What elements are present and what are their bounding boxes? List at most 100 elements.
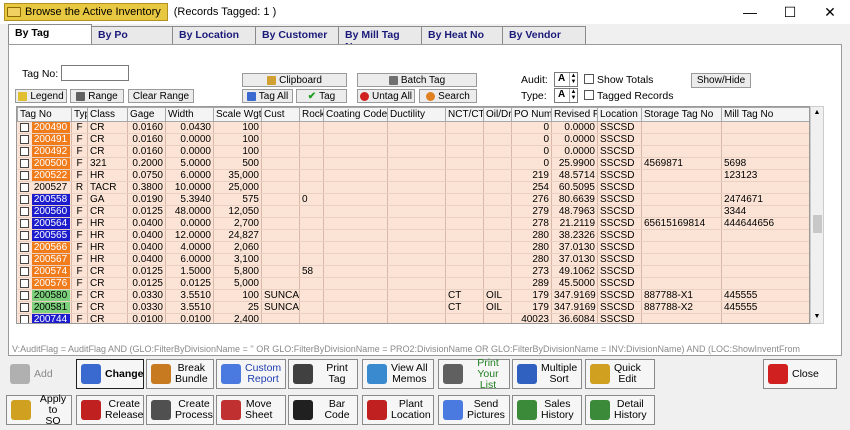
tag-no-input[interactable] [61,65,129,81]
col-oil-dry[interactable]: Oil/Dry [483,107,512,122]
scroll-up-icon[interactable]: ▲ [811,107,823,119]
col-po-num[interactable]: PO Num [511,107,552,122]
tagged-records-checkbox[interactable] [584,90,594,100]
row-tag-checkbox[interactable] [19,146,29,156]
tab-by-po[interactable]: By Po [91,26,173,44]
type-spinner[interactable]: A ▲ ▼ [554,88,578,103]
row-tag-checkbox[interactable] [19,182,29,192]
scroll-down-icon[interactable]: ▼ [811,311,823,323]
break-bundle-button[interactable]: Break Bundle [146,359,214,389]
row-tag-checkbox[interactable] [19,314,29,323]
row-tag-checkbox[interactable] [19,290,29,300]
table-row[interactable]: 200581FCR0.03303.551025SUNCAS CTOIL179347… [17,301,809,314]
table-row[interactable]: 200580FCR0.03303.5510100SUNCAS CTOIL17934… [17,289,809,302]
col-revised-price[interactable]: Revised Pri [551,107,598,122]
row-tag-checkbox[interactable] [19,302,29,312]
maximize-button[interactable]: ☐ [770,0,810,24]
row-tag-checkbox[interactable] [19,122,29,132]
legend-button[interactable]: Legend [15,89,67,103]
tab-by-heat-no[interactable]: By Heat No [421,26,503,44]
clipboard-button[interactable]: Clipboard [242,73,347,87]
col-cust[interactable]: Cust [261,107,300,122]
minimize-button[interactable]: — [730,0,770,24]
tag-button[interactable]: ✔ Tag [296,89,347,103]
table-row[interactable]: 200565 F HR 0.0400 12.0000 24,827 280 38.2326 SS… [17,229,809,242]
batch-tag-button[interactable]: Batch Tag [357,73,477,87]
plant-location-button[interactable]: Plant Location [362,395,434,425]
tab-by-mill-tag-no[interactable]: By Mill Tag No [338,26,422,53]
row-tag-checkbox[interactable] [19,218,29,228]
apply-to-so-button[interactable]: Apply to SO [6,393,72,426]
row-tag-checkbox[interactable] [19,134,29,144]
multiple-sort-button[interactable]: Multiple Sort [512,359,582,389]
table-row[interactable]: 200576 F CR 0.0125 0.0125 5,000 289 45.5000 SSCS… [17,277,809,290]
col-nct-ct[interactable]: NCT/CT [445,107,484,122]
table-row[interactable]: 200558 F GA 0.0190 5.3940 575 0 276 80.6639 SSCSD… [17,193,809,206]
grid-scrollbar[interactable]: ▲ ▼ [810,106,824,324]
table-row[interactable]: 200522 F HR 0.0750 6.0000 35,000 219 48.5714 SSC… [17,169,809,182]
tab-by-vendor[interactable]: By Vendor [502,26,586,44]
col-mill-tag-no[interactable]: Mill Tag No [721,107,809,122]
table-row[interactable]: 200574 F CR 0.0125 1.5000 5,800 58 273 49.1062 SS… [17,265,809,278]
create-release-button[interactable]: Create Release [76,395,144,425]
table-row[interactable]: 200567 F HR 0.0400 6.0000 3,100 280 37.0130 SSCS… [17,253,809,266]
show-totals-checkbox[interactable] [584,74,594,84]
view-all-memos-button[interactable]: View All Memos [362,359,434,389]
create-process-button[interactable]: Create Process [146,395,214,425]
table-row[interactable]: 200490 F CR 0.0160 0.0430 100 0 0.0000 SSCSD [17,121,809,134]
row-tag-checkbox[interactable] [19,206,29,216]
print-your-list-button[interactable]: Print Your List [438,357,510,390]
col-gage[interactable]: Gage [127,107,166,122]
tab-by-customer[interactable]: By Customer [255,26,339,44]
spinner-arrows-icon[interactable]: ▲ ▼ [569,89,577,102]
untag-all-button[interactable]: Untag All [357,89,415,103]
clear-range-button[interactable]: Clear Range [128,89,194,103]
custom-report-button[interactable]: Custom Report [216,359,286,389]
print-tag-button[interactable]: Print Tag [288,359,358,389]
row-tag-checkbox[interactable] [19,230,29,240]
row-tag-checkbox[interactable] [19,266,29,276]
range-button[interactable]: Range [70,89,124,103]
col-ductility[interactable]: Ductility [387,107,446,122]
quick-edit-button[interactable]: Quick Edit [585,359,655,389]
window-close-button[interactable]: ✕ [810,0,850,24]
col-rocky[interactable]: Rocky [299,107,324,122]
row-tag-checkbox[interactable] [19,194,29,204]
move-sheet-button[interactable]: Move Sheet [216,395,286,425]
table-row[interactable]: 200564 F HR 0.0400 0.0000 2,700 278 21.2119 SSCS… [17,217,809,230]
change-button[interactable]: Change [76,359,144,389]
scroll-thumb[interactable] [813,215,822,233]
detail-history-button[interactable]: Detail History [585,395,655,425]
tab-by-tag[interactable]: By Tag [8,24,92,44]
show-hide-button[interactable]: Show/Hide [691,73,751,88]
row-tag-checkbox[interactable] [19,278,29,288]
bar-code-button[interactable]: Bar Code [288,395,358,425]
row-tag-checkbox[interactable] [19,242,29,252]
sales-history-button[interactable]: Sales History [512,395,582,425]
spinner-arrows-icon[interactable]: ▲ ▼ [569,73,577,86]
table-row[interactable]: 200566 F HR 0.0400 4.0000 2,060 280 37.0130 SSCS… [17,241,809,254]
row-tag-checkbox[interactable] [19,254,29,264]
col-class[interactable]: Class [87,107,128,122]
table-row[interactable]: 200744 F CR 0.0100 0.0100 2,400 40023 36.6084 SS… [17,313,809,323]
row-tag-checkbox[interactable] [19,158,29,168]
table-row[interactable]: 200527 R TACR 0.3800 10.0000 25,000 254 60.5095… [17,181,809,194]
table-row[interactable]: 200560 F CR 0.0125 48.0000 12,050 279 48.7963 SS… [17,205,809,218]
table-row[interactable]: 200492 F CR 0.0160 0.0000 100 0 0.0000 SSCSD [17,145,809,158]
col-type[interactable]: Type [71,107,88,122]
col-location[interactable]: Location [597,107,642,122]
audit-spinner[interactable]: A ▲ ▼ [554,72,578,87]
col-width[interactable]: Width [165,107,214,122]
search-button[interactable]: Search [419,89,477,103]
tab-by-location[interactable]: By Location [172,26,256,44]
col-storage-tag-no[interactable]: Storage Tag No [641,107,722,122]
close-button[interactable]: Close [763,359,837,389]
add-button[interactable]: Add [6,359,72,389]
table-row[interactable]: 200500 F 321 0.2000 5.0000 500 0 25.9900 SSCSD 45… [17,157,809,170]
row-tag-checkbox[interactable] [19,170,29,180]
col-tag-no[interactable]: Tag No [17,107,72,122]
col-scale-wgt[interactable]: Scale Wgt [213,107,262,122]
tag-all-button[interactable]: Tag All [242,89,293,103]
col-coating-code[interactable]: Coating Code [323,107,388,122]
send-pictures-button[interactable]: Send Pictures [438,395,510,425]
